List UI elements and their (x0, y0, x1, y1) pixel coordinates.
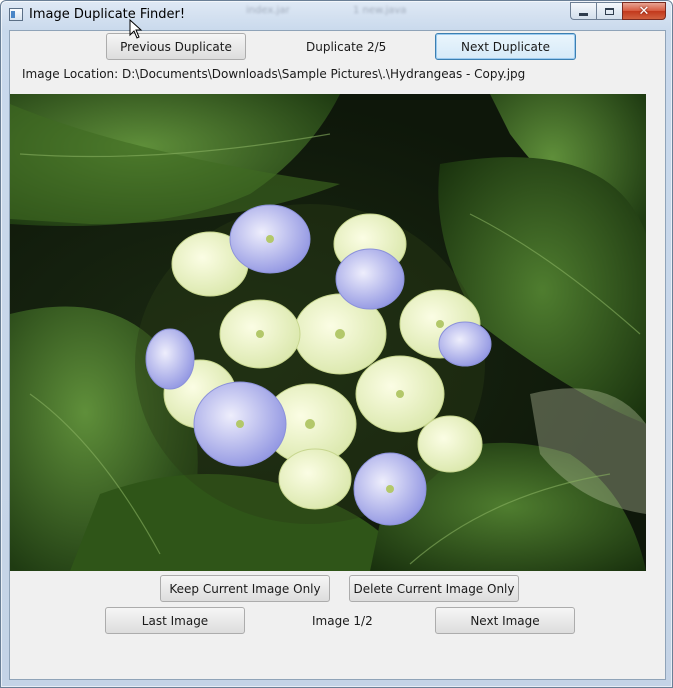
maximize-button[interactable] (596, 2, 622, 20)
background-ghost-text: index.jar (246, 5, 290, 16)
minimize-button[interactable] (570, 2, 596, 20)
hydrangea-photo (10, 94, 646, 571)
cursor-icon (129, 19, 143, 39)
delete-current-image-button[interactable]: Delete Current Image Only (349, 575, 519, 602)
minimize-icon (579, 12, 588, 16)
maximize-icon (605, 7, 614, 15)
window-controls: ✕ (570, 2, 666, 20)
next-duplicate-button[interactable]: Next Duplicate (435, 33, 576, 60)
last-image-button[interactable]: Last Image (105, 607, 245, 634)
client-area: Previous Duplicate Duplicate 2/5 Next Du… (9, 30, 666, 680)
duplicate-image-preview (10, 94, 646, 571)
close-icon: ✕ (638, 3, 650, 19)
background-ghost-text: 1 new.java (353, 5, 407, 16)
title-bar[interactable]: Image Duplicate Finder! index.jar 1 new.… (1, 1, 672, 29)
image-counter: Image 1/2 (312, 614, 373, 628)
window-title: Image Duplicate Finder! (29, 7, 186, 22)
close-button[interactable]: ✕ (622, 2, 666, 20)
app-window: Image Duplicate Finder! index.jar 1 new.… (0, 0, 673, 688)
previous-duplicate-button[interactable]: Previous Duplicate (106, 33, 246, 60)
keep-current-image-button[interactable]: Keep Current Image Only (160, 575, 330, 602)
next-image-button[interactable]: Next Image (435, 607, 575, 634)
image-location-label: Image Location: D:\Documents\Downloads\S… (22, 67, 526, 81)
app-icon[interactable] (9, 8, 23, 21)
duplicate-counter: Duplicate 2/5 (306, 40, 387, 54)
